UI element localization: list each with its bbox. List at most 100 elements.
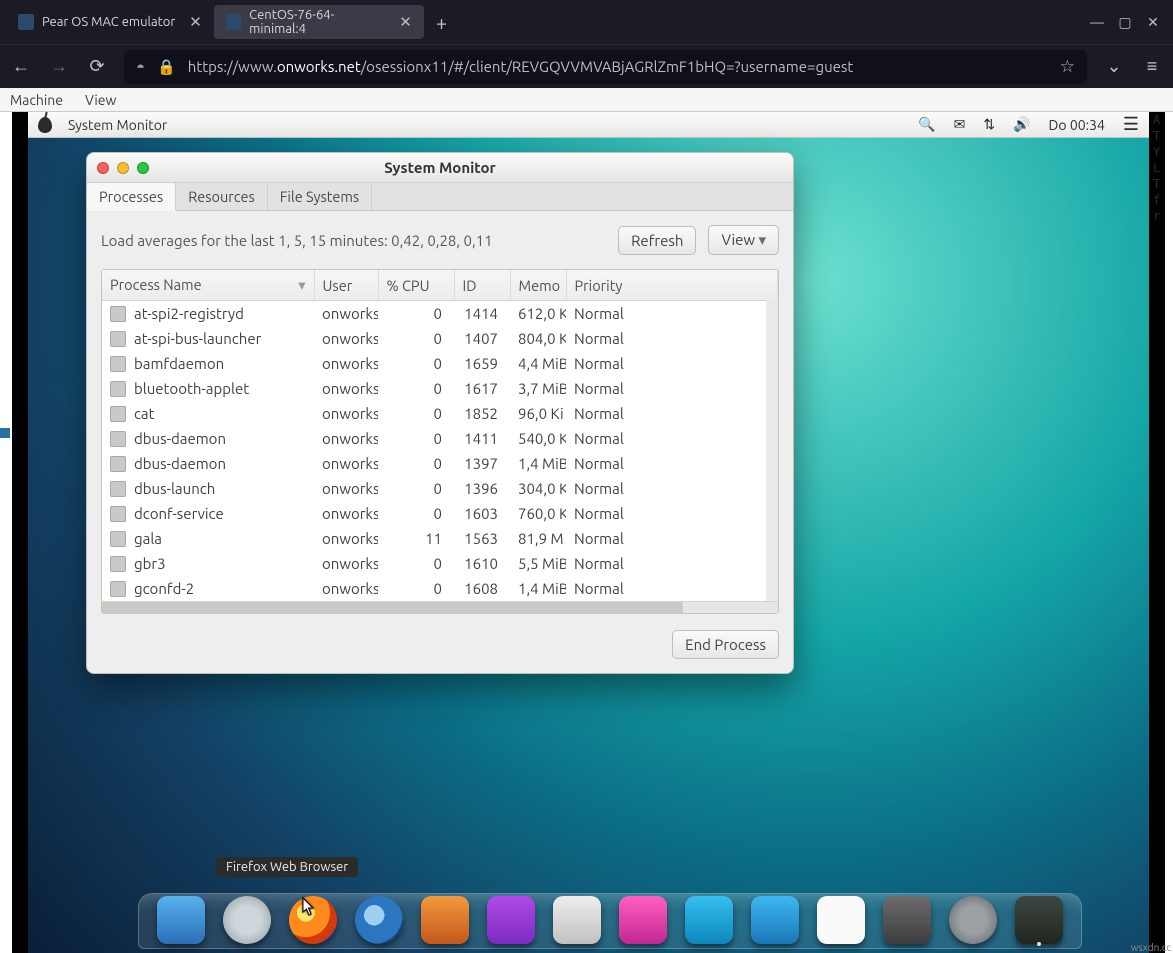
- address-bar[interactable]: ◓ 🔒 https://www.onworks.net/osessionx11/…: [124, 50, 1087, 84]
- table-row[interactable]: dbus-launchonworks01396304,0 KNormal: [102, 476, 778, 501]
- cell-cpu: 0: [378, 376, 454, 401]
- dock-app-toggle[interactable]: [817, 896, 865, 944]
- tab-processes[interactable]: Processes: [87, 183, 176, 211]
- window-minimize-button[interactable]: —: [1083, 14, 1111, 30]
- cell-cpu: 0: [378, 576, 454, 601]
- process-icon: [110, 406, 126, 422]
- cell-memory: 4,4 MiB: [510, 351, 566, 376]
- tab-close-icon[interactable]: ✕: [189, 13, 202, 31]
- dock-app-itunes[interactable]: [487, 896, 535, 944]
- vm-menu-view[interactable]: View: [85, 92, 116, 108]
- cell-priority: Normal: [566, 426, 778, 451]
- dock-app-system-monitor[interactable]: [1015, 896, 1063, 944]
- horizontal-scrollbar[interactable]: [102, 601, 778, 613]
- window-close-dot[interactable]: [97, 162, 109, 174]
- browser-tab-pearos[interactable]: Pear OS MAC emulator ✕: [6, 5, 214, 39]
- dock-app-shotwell[interactable]: [421, 896, 469, 944]
- clock-text[interactable]: Do 00:34: [1049, 117, 1105, 133]
- table-row[interactable]: catonworks0185296,0 KiNormal: [102, 401, 778, 426]
- dock-app-launchpad[interactable]: [223, 896, 271, 944]
- table-row[interactable]: galaonworks11156381,9 MNormal: [102, 526, 778, 551]
- process-table[interactable]: Process Name User % CPU ID Memo Priority…: [101, 269, 779, 614]
- cell-id: 1603: [454, 501, 510, 526]
- running-indicator-icon: [1037, 942, 1041, 946]
- view-menu-button[interactable]: View: [708, 225, 779, 255]
- cell-name: dbus-daemon: [102, 426, 314, 451]
- dock-app-cloud[interactable]: [619, 896, 667, 944]
- window-titlebar[interactable]: System Monitor: [87, 153, 793, 183]
- cell-priority: Normal: [566, 576, 778, 601]
- search-icon[interactable]: 🔍: [918, 116, 935, 133]
- nav-forward-button[interactable]: →: [48, 56, 70, 77]
- bookmark-star-icon[interactable]: ☆: [1060, 57, 1075, 77]
- network-updown-icon[interactable]: ⇅: [983, 116, 995, 133]
- cell-priority: Normal: [566, 376, 778, 401]
- col-process-name[interactable]: Process Name: [102, 270, 314, 301]
- table-row[interactable]: at-spi-bus-launcheronworks01407804,0 KNo…: [102, 326, 778, 351]
- process-icon: [110, 556, 126, 572]
- dock-app-thunderbird[interactable]: [355, 896, 403, 944]
- table-row[interactable]: dconf-serviceonworks01603760,0 KNormal: [102, 501, 778, 526]
- cell-memory: 5,5 MiB: [510, 551, 566, 576]
- pear-desktop[interactable]: System Monitor 🔍 ✉ ⇅ 🔊 Do 00:34 ☰ System…: [28, 112, 1149, 953]
- table-row[interactable]: gconfd-2onworks016081,4 MiBNormal: [102, 576, 778, 601]
- window-zoom-dot[interactable]: [137, 162, 149, 174]
- dock: [138, 893, 1082, 949]
- window-minimize-dot[interactable]: [117, 162, 129, 174]
- resize-handle-icon[interactable]: [0, 428, 10, 438]
- window-close-button[interactable]: ✕: [1139, 14, 1167, 31]
- process-icon: [110, 356, 126, 372]
- table-row[interactable]: bluetooth-appletonworks016173,7 MiBNorma…: [102, 376, 778, 401]
- dock-app-settings[interactable]: [883, 896, 931, 944]
- dock-app-desktop[interactable]: [751, 896, 799, 944]
- col-memory[interactable]: Memo: [510, 270, 566, 301]
- vm-menu-machine[interactable]: Machine: [10, 92, 63, 108]
- tracking-shield-icon[interactable]: ◓: [136, 58, 145, 76]
- dock-app-contacts[interactable]: [553, 896, 601, 944]
- nav-back-button[interactable]: ←: [10, 56, 32, 77]
- dock-app-cydia[interactable]: [685, 896, 733, 944]
- clipped-text: A T Y L T f r: [1153, 112, 1167, 224]
- new-tab-button[interactable]: +: [424, 11, 459, 34]
- app-menu-button[interactable]: ≡: [1141, 56, 1163, 77]
- table-row[interactable]: dbus-daemononworks01411540,0 KNormal: [102, 426, 778, 451]
- pocket-icon[interactable]: ⌄: [1103, 56, 1125, 77]
- lock-icon[interactable]: 🔒: [157, 58, 176, 76]
- table-row[interactable]: at-spi2-registrydonworks01414612,0 KNorm…: [102, 301, 778, 327]
- col-priority[interactable]: Priority: [566, 270, 778, 301]
- system-monitor-window: System Monitor Processes Resources File …: [86, 152, 794, 674]
- tab-filesystems[interactable]: File Systems: [268, 183, 372, 210]
- cell-id: 1397: [454, 451, 510, 476]
- watermark: wsxdn.cc: [1131, 942, 1171, 953]
- col-id[interactable]: ID: [454, 270, 510, 301]
- table-row[interactable]: dbus-daemononworks013971,4 MiBNormal: [102, 451, 778, 476]
- window-maximize-button[interactable]: ▢: [1111, 14, 1139, 31]
- pear-logo-icon[interactable]: [38, 117, 52, 133]
- dock-app-firefox[interactable]: [289, 896, 337, 944]
- vertical-scrollbar[interactable]: [766, 298, 778, 601]
- browser-tab-bar: Pear OS MAC emulator ✕ CentOS-76-64-mini…: [0, 0, 1173, 44]
- cell-priority: Normal: [566, 551, 778, 576]
- refresh-button[interactable]: Refresh: [618, 226, 696, 255]
- cell-name: dconf-service: [102, 501, 314, 526]
- cell-user: onworks: [314, 401, 378, 426]
- tab-close-icon[interactable]: ✕: [399, 13, 412, 31]
- end-process-button[interactable]: End Process: [672, 630, 779, 659]
- menu-icon[interactable]: ☰: [1123, 114, 1139, 135]
- dock-app-trash[interactable]: [949, 896, 997, 944]
- tab-resources[interactable]: Resources: [176, 183, 268, 210]
- cell-cpu: 0: [378, 476, 454, 501]
- browser-tab-centos[interactable]: CentOS-76-64-minimal:4 ✕: [214, 5, 424, 39]
- nav-reload-button[interactable]: ⟳: [86, 56, 108, 77]
- volume-icon[interactable]: 🔊: [1013, 116, 1030, 133]
- col-user[interactable]: User: [314, 270, 378, 301]
- dock-app-finder[interactable]: [157, 896, 205, 944]
- process-icon: [110, 331, 126, 347]
- pear-menubar: System Monitor 🔍 ✉ ⇅ 🔊 Do 00:34 ☰: [28, 112, 1149, 138]
- col-cpu[interactable]: % CPU: [378, 270, 454, 301]
- mail-icon[interactable]: ✉: [954, 116, 966, 133]
- cell-user: onworks: [314, 576, 378, 601]
- table-row[interactable]: bamfdaemononworks016594,4 MiBNormal: [102, 351, 778, 376]
- vm-viewport[interactable]: A T Y L T f r System Monitor 🔍 ✉ ⇅ 🔊 Do …: [0, 112, 1173, 953]
- table-row[interactable]: gbr3onworks016105,5 MiBNormal: [102, 551, 778, 576]
